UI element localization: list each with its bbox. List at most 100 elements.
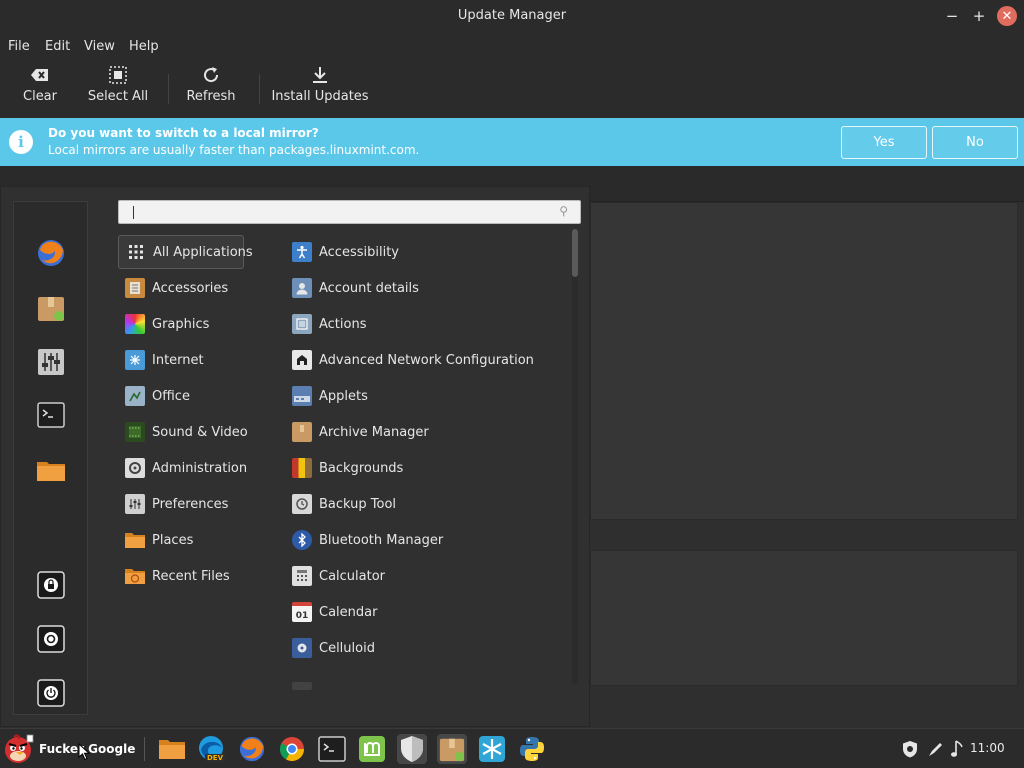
menu-view[interactable]: View: [84, 39, 115, 54]
toolbar-separator: [259, 74, 260, 104]
python-icon: [520, 737, 544, 761]
info-icon: i: [9, 130, 33, 154]
app-label: Backup Tool: [319, 496, 397, 512]
category-label: Administration: [152, 460, 248, 476]
snowflake-launcher[interactable]: [477, 734, 507, 764]
chrome-launcher[interactable]: [277, 734, 307, 764]
taskbar-separator: [144, 737, 145, 761]
folder-icon[interactable]: [34, 453, 68, 487]
category-accessories[interactable]: Accessories: [118, 271, 244, 305]
download-icon: [312, 64, 328, 86]
update-details-panel: [590, 550, 1018, 686]
app-actions[interactable]: Actions: [285, 307, 367, 341]
updates-list-panel: [590, 202, 1018, 520]
taskbar: Fucker Google DEV 11:00: [0, 728, 1024, 768]
clock[interactable]: 11:00: [970, 741, 1005, 755]
update-manager-icon: [439, 738, 465, 762]
clear-label: Clear: [23, 89, 57, 104]
administration-icon: [125, 458, 145, 478]
power-icon[interactable]: [34, 676, 68, 710]
menu-help[interactable]: Help: [129, 39, 159, 54]
terminal-icon[interactable]: [34, 398, 68, 432]
chrome-icon: [279, 737, 304, 762]
app-account-details[interactable]: Account details: [285, 271, 419, 305]
python-launcher[interactable]: [517, 734, 547, 764]
category-label: Recent Files: [152, 568, 230, 584]
category-label: Accessories: [152, 280, 229, 296]
install-updates-label: Install Updates: [271, 89, 369, 104]
backgrounds-icon: [292, 458, 312, 478]
app-applets[interactable]: Applets: [285, 379, 368, 413]
update-shield-launcher[interactable]: [397, 734, 427, 764]
network-pen-icon[interactable]: [927, 740, 945, 762]
angry-bird-icon: [5, 734, 34, 763]
clear-button[interactable]: Clear: [19, 64, 61, 114]
category-places[interactable]: Places: [118, 523, 244, 557]
app-label: Calculator: [319, 568, 386, 584]
category-graphics[interactable]: Graphics: [118, 307, 244, 341]
folder-icon: [125, 530, 145, 550]
refresh-button[interactable]: Refresh: [184, 64, 238, 114]
app-backgrounds[interactable]: Backgrounds: [285, 451, 403, 485]
network-icon: [292, 350, 312, 370]
sound-icon[interactable]: [950, 739, 964, 763]
app-bluetooth-manager[interactable]: Bluetooth Manager: [285, 523, 443, 557]
app-label: Advanced Network Configuration: [319, 352, 534, 368]
text-caret: [133, 206, 134, 219]
select-all-button[interactable]: Select All: [86, 64, 150, 114]
menu-applet-button[interactable]: Fucker Google: [2, 732, 136, 766]
scrollbar-thumb[interactable]: [572, 229, 578, 277]
settings-mixer-icon[interactable]: [34, 345, 68, 379]
software-manager-launcher[interactable]: [357, 734, 387, 764]
app-label: Accessibility: [319, 244, 399, 260]
category-recent-files[interactable]: Recent Files: [118, 559, 244, 593]
yes-button[interactable]: Yes: [841, 126, 927, 159]
category-office[interactable]: Office: [118, 379, 244, 413]
package-icon[interactable]: [34, 291, 68, 325]
update-manager-taskbar-item[interactable]: [437, 734, 467, 764]
maximize-button[interactable]: +: [969, 6, 989, 26]
app-calendar[interactable]: 01 Calendar: [285, 595, 377, 629]
app-icon-faded: [292, 682, 312, 690]
accessibility-icon: [292, 242, 312, 262]
category-internet[interactable]: Internet: [118, 343, 244, 377]
close-button[interactable]: ✕: [997, 6, 1017, 26]
app-accessibility[interactable]: Accessibility: [285, 235, 399, 269]
logout-icon[interactable]: [34, 622, 68, 656]
apps-scrollbar[interactable]: [572, 229, 578, 684]
calculator-icon: [292, 566, 312, 586]
category-preferences[interactable]: Preferences: [118, 487, 244, 521]
app-celluloid[interactable]: Celluloid: [285, 631, 375, 665]
search-input[interactable]: ⚲: [118, 200, 581, 224]
firefox-icon[interactable]: [34, 236, 68, 270]
menu-edit[interactable]: Edit: [45, 39, 70, 54]
category-all-applications[interactable]: All Applications: [118, 235, 253, 269]
menu-file[interactable]: File: [8, 39, 30, 54]
folder-icon: [159, 740, 185, 759]
start-menu: ⚲ All Applications Accessories Graphics …: [0, 186, 590, 727]
category-sound-video[interactable]: Sound & Video: [118, 415, 248, 449]
category-administration[interactable]: Administration: [118, 451, 248, 485]
mirror-infobar: i Do you want to switch to a local mirro…: [0, 118, 1024, 166]
install-updates-button[interactable]: Install Updates: [271, 64, 369, 114]
terminal-launcher[interactable]: [317, 734, 347, 764]
minimize-button[interactable]: −: [942, 6, 962, 26]
app-advanced-network-configuration[interactable]: Advanced Network Configuration: [285, 343, 534, 377]
no-button[interactable]: No: [932, 126, 1018, 159]
files-launcher[interactable]: [157, 734, 187, 764]
app-backup-tool[interactable]: Backup Tool: [285, 487, 396, 521]
calendar-icon: 01: [292, 602, 312, 622]
app-calculator[interactable]: Calculator: [285, 559, 385, 593]
refresh-icon: [202, 64, 220, 86]
select-all-label: Select All: [87, 89, 149, 104]
select-all-icon: [109, 64, 127, 86]
firefox-launcher[interactable]: [237, 734, 267, 764]
update-shield-icon[interactable]: [902, 740, 918, 762]
edge-dev-launcher[interactable]: DEV: [197, 734, 227, 764]
app-label: Bluetooth Manager: [319, 532, 444, 548]
lock-screen-icon[interactable]: [34, 568, 68, 602]
app-archive-manager[interactable]: Archive Manager: [285, 415, 429, 449]
category-label: Internet: [152, 352, 204, 368]
applets-icon: [292, 386, 312, 406]
celluloid-icon: [292, 638, 312, 658]
